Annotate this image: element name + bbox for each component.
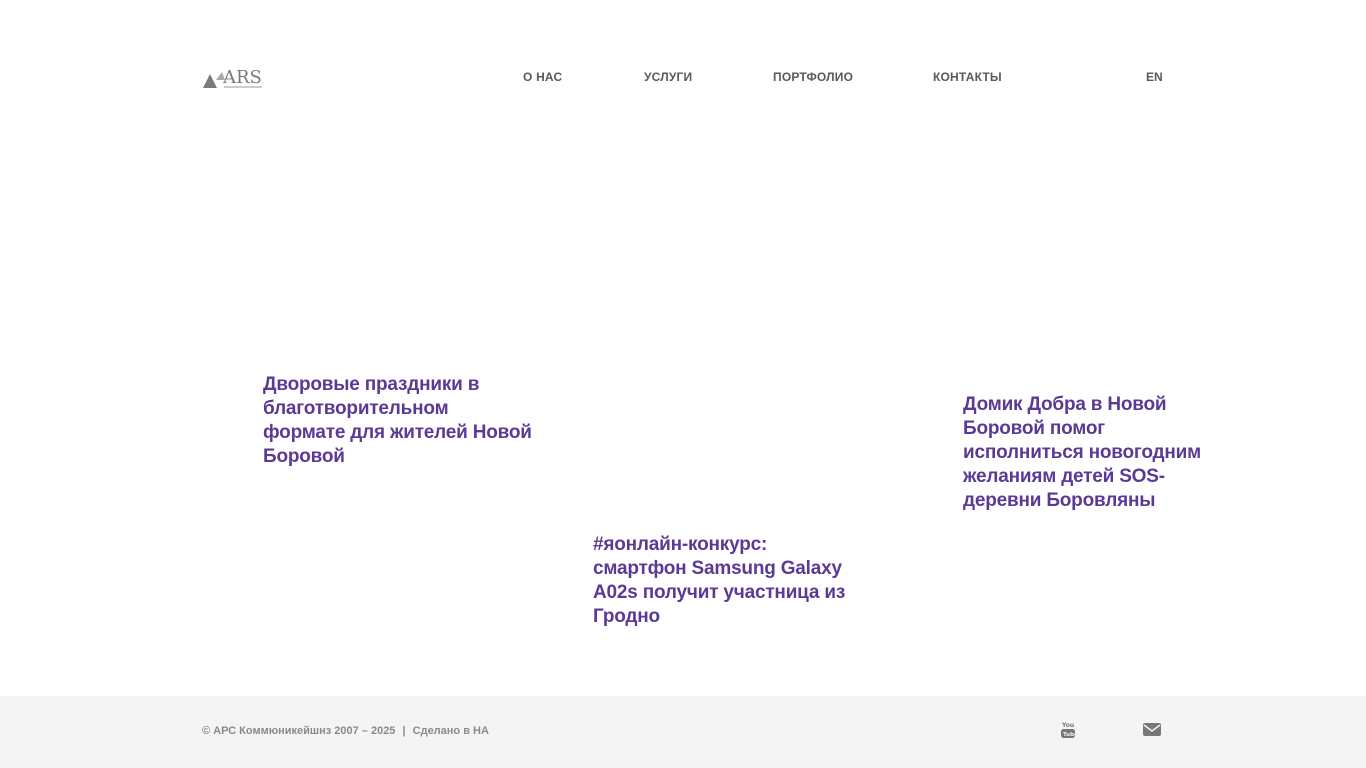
nav-item-portfolio[interactable]: ПОРТФОЛИО: [773, 70, 853, 84]
post-title-link[interactable]: #яонлайн-конкурс: смартфон Samsung Galax…: [593, 533, 848, 629]
ars-logo-icon: ARS: [203, 67, 262, 88]
footer-copyright: © АРС Коммюникейшнз 2007 – 2025 | Сделан…: [202, 725, 489, 737]
svg-text:Tube: Tube: [1063, 732, 1078, 738]
copyright-text: © АРС Коммюникейшнз 2007 – 2025: [202, 725, 396, 737]
nav-item-services[interactable]: УСЛУГИ: [644, 70, 692, 84]
made-by-link[interactable]: Сделано в НА: [413, 725, 489, 737]
post-title-link[interactable]: Домик Добра в Новой Боровой помог исполн…: [963, 393, 1225, 513]
footer-separator: |: [402, 725, 406, 737]
svg-text:ARS: ARS: [222, 67, 262, 88]
site-footer: © АРС Коммюникейшнз 2007 – 2025 | Сделан…: [0, 696, 1366, 768]
mail-icon[interactable]: [1142, 720, 1162, 740]
svg-text:You: You: [1061, 722, 1074, 729]
site-logo[interactable]: ARS: [202, 63, 264, 93]
nav-item-about[interactable]: О НАС: [523, 70, 562, 84]
post-title-link[interactable]: Дворовые праздники в благотворительном ф…: [263, 373, 533, 469]
nav-item-contacts[interactable]: КОНТАКТЫ: [933, 70, 1002, 84]
youtube-icon[interactable]: You Tube: [1058, 720, 1078, 740]
language-switch[interactable]: EN: [1146, 70, 1163, 84]
site-header: ARS О НАС УСЛУГИ ПОРТФОЛИО КОНТАКТЫ EN: [0, 0, 1366, 150]
